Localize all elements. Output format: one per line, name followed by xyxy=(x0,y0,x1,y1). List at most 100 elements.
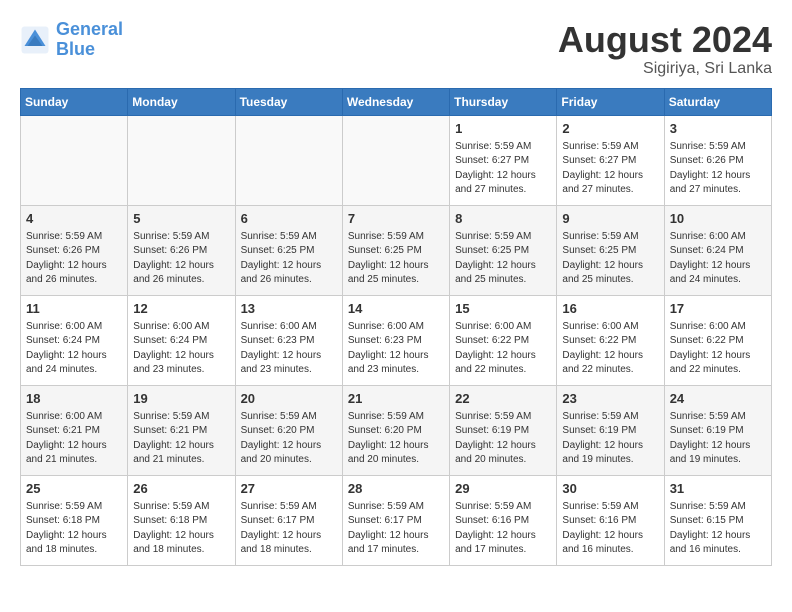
day-info: Sunrise: 6:00 AM Sunset: 6:24 PM Dayligh… xyxy=(26,320,122,378)
day-info: Sunrise: 6:00 AM Sunset: 6:24 PM Dayligh… xyxy=(670,230,766,288)
day-info: Sunrise: 5:59 AM Sunset: 6:20 PM Dayligh… xyxy=(348,410,444,468)
day-info: Sunrise: 5:59 AM Sunset: 6:27 PM Dayligh… xyxy=(455,140,551,198)
day-number: 2 xyxy=(562,120,658,138)
day-cell: 19Sunrise: 5:59 AM Sunset: 6:21 PM Dayli… xyxy=(128,385,235,475)
weekday-header-thursday: Thursday xyxy=(450,88,557,115)
day-cell: 30Sunrise: 5:59 AM Sunset: 6:16 PM Dayli… xyxy=(557,475,664,565)
day-cell: 23 Sunrise: 5:59 AM Sunset: 6:19 PM Dayli… xyxy=(557,385,664,475)
day-number: 12 xyxy=(133,300,229,318)
day-cell: 11 Sunrise: 6:00 AM Sunset: 6:24 PM Dayli… xyxy=(21,295,128,385)
day-number: 9 xyxy=(562,210,658,228)
day-number: 3 xyxy=(670,120,766,138)
day-info: Sunrise: 5:59 AM Sunset: 6:17 PM Dayligh… xyxy=(348,500,444,558)
day-number: 21 xyxy=(348,390,444,408)
day-info: Sunrise: 5:59 AM Sunset: 6:17 PM Dayligh… xyxy=(241,500,337,558)
day-number: 23 xyxy=(562,390,658,408)
day-cell: 21 Sunrise: 5:59 AM Sunset: 6:20 PM Dayli… xyxy=(342,385,449,475)
logo-line1: General xyxy=(56,19,123,39)
day-cell xyxy=(21,115,128,205)
day-cell: 15Sunrise: 6:00 AM Sunset: 6:22 PM Dayli… xyxy=(450,295,557,385)
day-cell xyxy=(128,115,235,205)
day-info: Sunrise: 6:00 AM Sunset: 6:22 PM Dayligh… xyxy=(670,320,766,378)
day-info: Sunrise: 5:59 AM Sunset: 6:26 PM Dayligh… xyxy=(133,230,229,288)
day-info: Sunrise: 5:59 AM Sunset: 6:19 PM Dayligh… xyxy=(455,410,551,468)
day-cell: 2 Sunrise: 5:59 AM Sunset: 6:27 PM Daylig… xyxy=(557,115,664,205)
day-info: Sunrise: 5:59 AM Sunset: 6:18 PM Dayligh… xyxy=(26,500,122,558)
day-cell: 9 Sunrise: 5:59 AM Sunset: 6:25 PM Daylig… xyxy=(557,205,664,295)
day-cell xyxy=(235,115,342,205)
weekday-header-tuesday: Tuesday xyxy=(235,88,342,115)
day-info: Sunrise: 5:59 AM Sunset: 6:27 PM Dayligh… xyxy=(562,140,658,198)
month-year: August 2024 xyxy=(558,20,772,60)
day-number: 8 xyxy=(455,210,551,228)
day-info: Sunrise: 5:59 AM Sunset: 6:19 PM Dayligh… xyxy=(670,410,766,468)
day-cell: 5 Sunrise: 5:59 AM Sunset: 6:26 PM Daylig… xyxy=(128,205,235,295)
weekday-header-row: SundayMondayTuesdayWednesdayThursdayFrid… xyxy=(21,88,772,115)
day-number: 13 xyxy=(241,300,337,318)
day-cell: 17 Sunrise: 6:00 AM Sunset: 6:22 PM Dayli… xyxy=(664,295,771,385)
day-cell: 25 Sunrise: 5:59 AM Sunset: 6:18 PM Dayli… xyxy=(21,475,128,565)
day-info: Sunrise: 5:59 AM Sunset: 6:25 PM Dayligh… xyxy=(241,230,337,288)
location: Sigiriya, Sri Lanka xyxy=(558,60,772,78)
day-info: Sunrise: 5:59 AM Sunset: 6:20 PM Dayligh… xyxy=(241,410,337,468)
week-row-5: 25 Sunrise: 5:59 AM Sunset: 6:18 PM Dayli… xyxy=(21,475,772,565)
day-info: Sunrise: 5:59 AM Sunset: 6:18 PM Dayligh… xyxy=(133,500,229,558)
week-row-1: 1 Sunrise: 5:59 AM Sunset: 6:27 PM Daylig… xyxy=(21,115,772,205)
day-info: Sunrise: 5:59 AM Sunset: 6:19 PM Dayligh… xyxy=(562,410,658,468)
weekday-header-saturday: Saturday xyxy=(664,88,771,115)
day-number: 4 xyxy=(26,210,122,228)
logo-text: General Blue xyxy=(56,20,123,60)
week-row-2: 4 Sunrise: 5:59 AM Sunset: 6:26 PM Daylig… xyxy=(21,205,772,295)
day-cell: 31Sunrise: 5:59 AM Sunset: 6:15 PM Dayli… xyxy=(664,475,771,565)
day-info: Sunrise: 5:59 AM Sunset: 6:25 PM Dayligh… xyxy=(455,230,551,288)
day-cell: 20 Sunrise: 5:59 AM Sunset: 6:20 PM Dayli… xyxy=(235,385,342,475)
weekday-header-sunday: Sunday xyxy=(21,88,128,115)
week-row-3: 11 Sunrise: 6:00 AM Sunset: 6:24 PM Dayli… xyxy=(21,295,772,385)
day-number: 24 xyxy=(670,390,766,408)
day-number: 22 xyxy=(455,390,551,408)
title-block: August 2024 Sigiriya, Sri Lanka xyxy=(558,20,772,78)
day-number: 27 xyxy=(241,480,337,498)
day-number: 7 xyxy=(348,210,444,228)
day-number: 1 xyxy=(455,120,551,138)
day-number: 11 xyxy=(26,300,122,318)
day-cell: 22 Sunrise: 5:59 AM Sunset: 6:19 PM Dayli… xyxy=(450,385,557,475)
day-number: 5 xyxy=(133,210,229,228)
day-info: Sunrise: 6:00 AM Sunset: 6:21 PM Dayligh… xyxy=(26,410,122,468)
day-number: 19 xyxy=(133,390,229,408)
day-cell: 12 Sunrise: 6:00 AM Sunset: 6:24 PM Dayli… xyxy=(128,295,235,385)
day-info: Sunrise: 5:59 AM Sunset: 6:25 PM Dayligh… xyxy=(562,230,658,288)
day-cell: 28Sunrise: 5:59 AM Sunset: 6:17 PM Dayli… xyxy=(342,475,449,565)
day-info: Sunrise: 6:00 AM Sunset: 6:23 PM Dayligh… xyxy=(241,320,337,378)
day-cell: 8 Sunrise: 5:59 AM Sunset: 6:25 PM Daylig… xyxy=(450,205,557,295)
day-number: 25 xyxy=(26,480,122,498)
day-number: 16 xyxy=(562,300,658,318)
day-number: 26 xyxy=(133,480,229,498)
day-cell: 24 Sunrise: 5:59 AM Sunset: 6:19 PM Dayli… xyxy=(664,385,771,475)
day-info: Sunrise: 5:59 AM Sunset: 6:25 PM Dayligh… xyxy=(348,230,444,288)
day-info: Sunrise: 5:59 AM Sunset: 6:26 PM Dayligh… xyxy=(670,140,766,198)
day-cell xyxy=(342,115,449,205)
day-number: 15 xyxy=(455,300,551,318)
day-number: 10 xyxy=(670,210,766,228)
page-header: General Blue August 2024 Sigiriya, Sri L… xyxy=(20,20,772,78)
day-number: 20 xyxy=(241,390,337,408)
day-number: 14 xyxy=(348,300,444,318)
logo-line2: Blue xyxy=(56,39,95,59)
day-cell: 4 Sunrise: 5:59 AM Sunset: 6:26 PM Daylig… xyxy=(21,205,128,295)
day-cell: 16 Sunrise: 6:00 AM Sunset: 6:22 PM Dayli… xyxy=(557,295,664,385)
day-info: Sunrise: 6:00 AM Sunset: 6:22 PM Dayligh… xyxy=(562,320,658,378)
day-cell: 10 Sunrise: 6:00 AM Sunset: 6:24 PM Dayli… xyxy=(664,205,771,295)
day-info: Sunrise: 6:00 AM Sunset: 6:24 PM Dayligh… xyxy=(133,320,229,378)
day-info: Sunrise: 5:59 AM Sunset: 6:15 PM Dayligh… xyxy=(670,500,766,558)
logo-icon xyxy=(20,25,50,55)
day-cell: 26 Sunrise: 5:59 AM Sunset: 6:18 PM Dayli… xyxy=(128,475,235,565)
day-number: 6 xyxy=(241,210,337,228)
day-number: 17 xyxy=(670,300,766,318)
day-cell: 18 Sunrise: 6:00 AM Sunset: 6:21 PM Dayli… xyxy=(21,385,128,475)
day-number: 18 xyxy=(26,390,122,408)
day-cell: 27 Sunrise: 5:59 AM Sunset: 6:17 PM Dayli… xyxy=(235,475,342,565)
day-info: Sunrise: 5:59 AM Sunset: 6:26 PM Dayligh… xyxy=(26,230,122,288)
weekday-header-monday: Monday xyxy=(128,88,235,115)
day-cell: 7 Sunrise: 5:59 AM Sunset: 6:25 PM Daylig… xyxy=(342,205,449,295)
